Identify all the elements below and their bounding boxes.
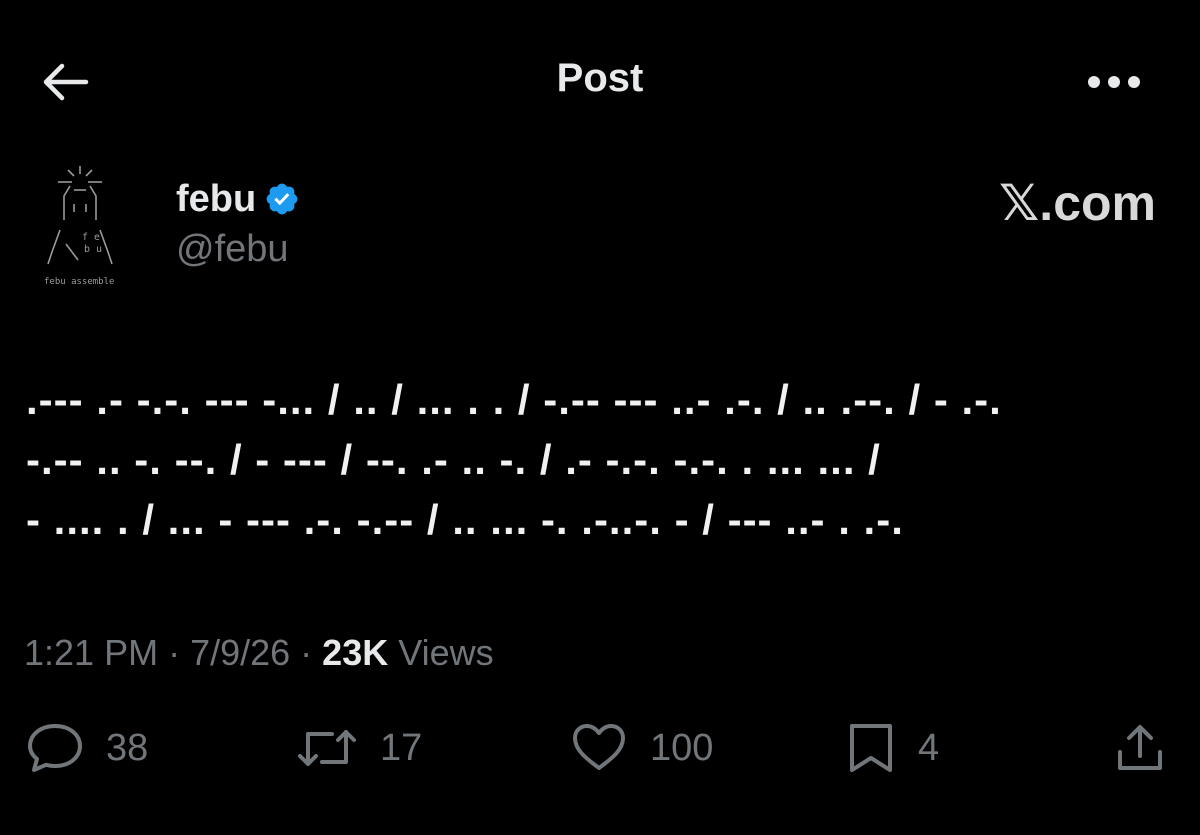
avatar-ascii-art-icon: f e b u febu assemble	[44, 166, 114, 287]
more-horizontal-icon	[1088, 76, 1140, 88]
like-button[interactable]: 100	[570, 712, 713, 784]
arrow-left-icon	[43, 63, 89, 101]
repost-count: 17	[380, 726, 423, 769]
svg-text:b u: b u	[84, 244, 102, 255]
avatar-caption: febu assemble	[44, 277, 114, 287]
post-meta: 1:21 PM · 7/9/26 · 23K Views	[24, 632, 494, 674]
author-handle[interactable]: @febu	[176, 228, 289, 271]
post-text-line: -.-- .. -. --. / - --- / --. .- .. -. / …	[26, 436, 881, 483]
reply-button[interactable]: 38	[26, 712, 148, 784]
reply-count: 38	[106, 726, 149, 769]
post-text-line: - .... . / ... - --- .-. -.-- / .. ... -…	[26, 496, 904, 543]
bookmark-button[interactable]: 4	[846, 712, 939, 784]
meta-separator: ·	[290, 632, 323, 673]
share-icon	[1118, 725, 1162, 770]
avatar[interactable]: f e b u febu assemble	[38, 160, 138, 292]
meta-separator: ·	[158, 632, 191, 673]
svg-text:f e: f e	[82, 232, 100, 243]
action-bar: 38 17 100 4	[0, 712, 1200, 792]
heart-icon	[573, 724, 625, 770]
x-logo-watermark: 𝕏.com	[999, 175, 1156, 231]
bookmark-count: 4	[918, 726, 940, 769]
reply-icon	[28, 724, 82, 772]
more-options-button[interactable]	[1076, 52, 1152, 112]
share-button[interactable]	[1114, 712, 1166, 784]
views-count[interactable]: 23K	[322, 632, 388, 673]
author-name[interactable]: febu	[176, 178, 256, 221]
post-text-line: .--- .- -.-. --- -... / .. / ... . . / -…	[26, 376, 1002, 423]
author-name-row: febu	[176, 172, 300, 226]
post-date[interactable]: 7/9/26	[190, 632, 290, 673]
page-title: Post	[556, 56, 644, 100]
repost-icon	[298, 730, 356, 766]
repost-button[interactable]: 17	[296, 712, 422, 784]
post-text: .--- .- -.-. --- -... / .. / ... . . / -…	[26, 370, 1176, 550]
bookmark-icon	[850, 724, 892, 772]
post-header: Post	[0, 0, 1200, 165]
back-button[interactable]	[30, 52, 100, 112]
like-count: 100	[650, 726, 714, 769]
verified-badge-icon	[266, 183, 298, 215]
views-label: Views	[388, 632, 494, 673]
post-time[interactable]: 1:21 PM	[24, 632, 158, 673]
